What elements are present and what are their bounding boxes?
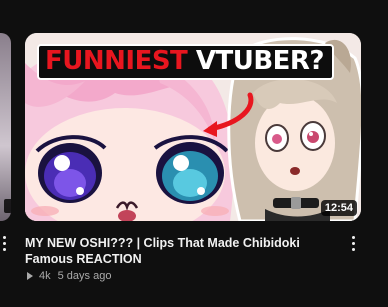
previous-duration-badge xyxy=(4,199,11,213)
view-count: 4k xyxy=(39,270,51,282)
duration-badge: 12:54 xyxy=(320,200,357,216)
more-vert-icon[interactable] xyxy=(350,236,356,252)
video-thumbnail[interactable]: FUNNIEST VTUBER? 12:54 xyxy=(25,33,361,221)
previous-more-vert-icon[interactable] xyxy=(2,236,6,252)
banner-white-text: VTUBER? xyxy=(187,46,325,76)
previous-video-thumbnail[interactable] xyxy=(0,33,11,221)
upload-age: 5 days ago xyxy=(57,270,112,282)
video-metadata: 4k 5 days ago xyxy=(25,270,111,282)
play-icon xyxy=(27,272,33,280)
video-title[interactable]: MY NEW OSHI??? | Clips That Made Chibido… xyxy=(25,235,343,267)
thumbnail-banner: FUNNIEST VTUBER? xyxy=(37,44,334,80)
banner-red-text: FUNNIEST xyxy=(45,46,188,76)
